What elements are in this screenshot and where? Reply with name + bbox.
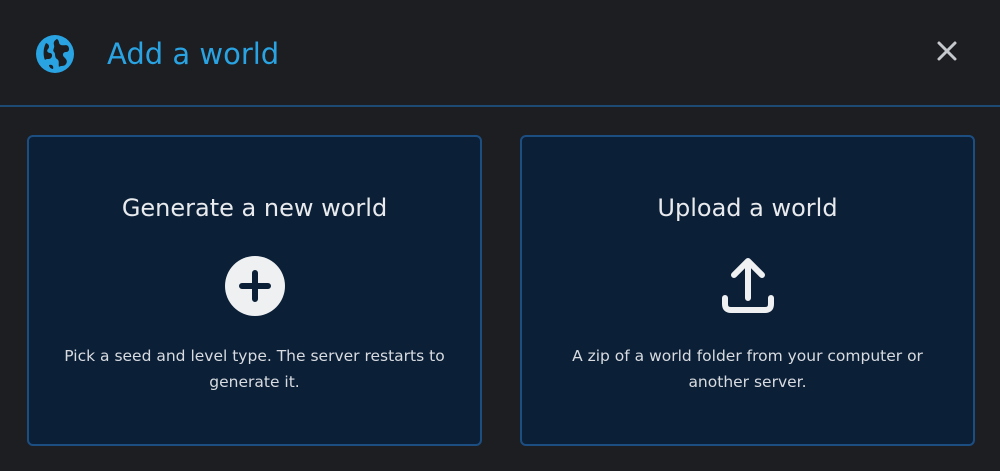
add-world-dialog: Add a world Generate a new world Pick a … bbox=[0, 0, 1000, 471]
upload-icon bbox=[721, 258, 774, 313]
close-icon bbox=[937, 41, 957, 61]
upload-world-title: Upload a world bbox=[657, 194, 838, 222]
dialog-title: Add a world bbox=[107, 37, 280, 71]
plus-circle-icon bbox=[224, 256, 285, 316]
upload-world-option[interactable]: Upload a world A zip of a world folder f… bbox=[520, 135, 975, 446]
generate-world-title: Generate a new world bbox=[121, 194, 388, 222]
close-button[interactable] bbox=[930, 34, 964, 68]
upload-world-description: A zip of a world folder from your comput… bbox=[572, 347, 923, 391]
generate-world-description: Pick a seed and level type. The server r… bbox=[64, 347, 445, 391]
dialog-header: Add a world bbox=[0, 0, 1000, 107]
generate-world-option[interactable]: Generate a new world Pick a seed and lev… bbox=[27, 135, 482, 446]
globe-icon bbox=[36, 35, 74, 73]
